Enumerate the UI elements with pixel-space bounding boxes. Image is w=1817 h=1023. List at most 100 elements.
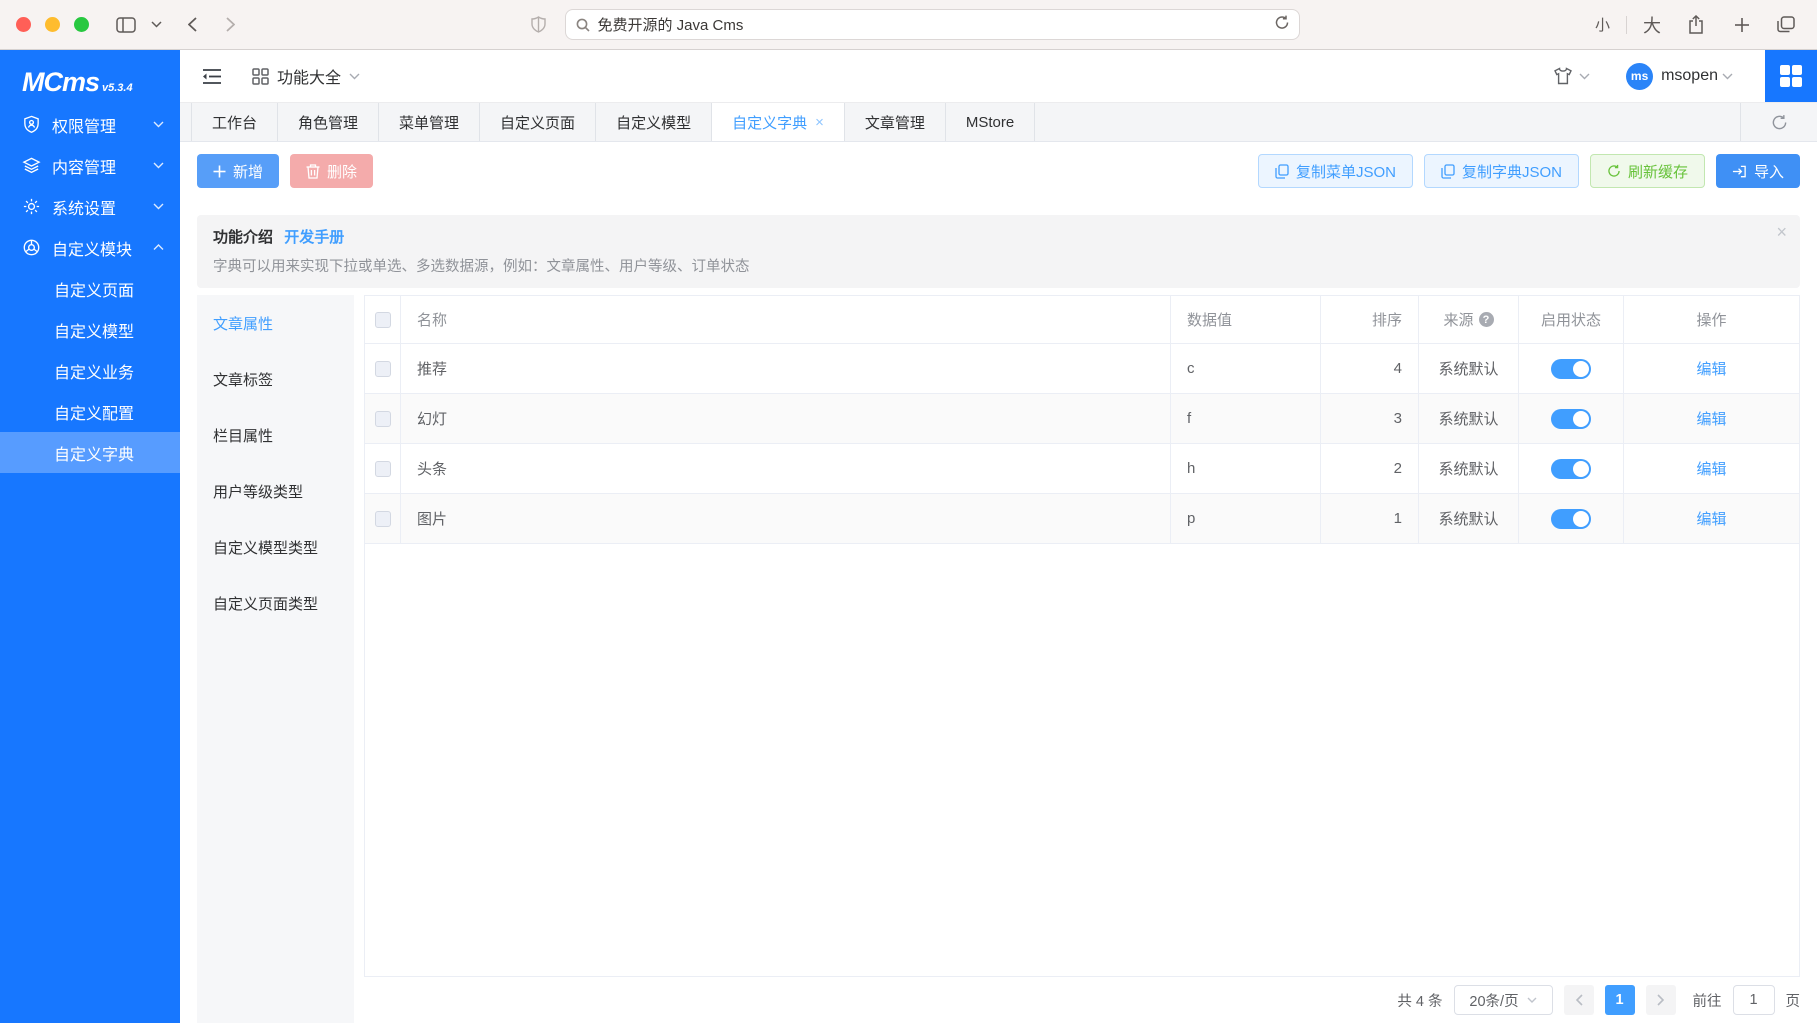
user-menu[interactable]: ms msopen [1626, 63, 1733, 90]
column-header-value: 数据值 [1187, 309, 1232, 330]
sidebar-item-label: 自定义模块 [52, 236, 132, 260]
goto-page-input[interactable] [1733, 985, 1775, 1015]
tab-role-management[interactable]: 角色管理 [278, 103, 379, 141]
window-minimize-button[interactable] [45, 17, 60, 32]
tab-label: MStore [966, 114, 1014, 131]
cell-value: c [1187, 360, 1195, 377]
app-header: 功能大全 ms msopen [180, 50, 1817, 102]
edit-link[interactable]: 编辑 [1696, 408, 1726, 429]
browser-forward-icon[interactable] [215, 10, 245, 40]
page-size-value: 20条/页 [1469, 990, 1518, 1011]
select-all-checkbox[interactable] [375, 312, 391, 328]
delete-button-label: 删除 [327, 161, 357, 182]
new-tab-icon[interactable] [1727, 10, 1757, 40]
feature-menu[interactable]: 功能大全 [252, 64, 360, 88]
close-icon[interactable] [815, 115, 824, 130]
dict-nav-column-attr[interactable]: 栏目属性 [197, 407, 354, 463]
page-size-select[interactable]: 20条/页 [1454, 985, 1553, 1015]
column-header-source: 来源 [1443, 309, 1473, 330]
delete-button[interactable]: 删除 [290, 154, 373, 188]
dev-manual-link[interactable]: 开发手册 [284, 229, 344, 246]
cell-name: 推荐 [417, 358, 447, 379]
window-zoom-button[interactable] [74, 17, 89, 32]
feature-menu-label: 功能大全 [277, 64, 341, 88]
edit-link[interactable]: 编辑 [1696, 358, 1726, 379]
shield-user-icon [22, 115, 41, 134]
tab-overview-icon[interactable] [1771, 10, 1801, 40]
dict-nav-custom-model-type[interactable]: 自定义模型类型 [197, 519, 354, 575]
tab-workbench[interactable]: 工作台 [191, 103, 278, 141]
enable-toggle[interactable] [1551, 459, 1591, 479]
sidebar-item-permissions[interactable]: 权限管理 [0, 104, 180, 145]
apps-grid-button[interactable] [1765, 50, 1817, 102]
collapse-sidebar-icon[interactable] [202, 68, 222, 85]
row-checkbox[interactable] [375, 411, 391, 427]
dict-nav-article-tag[interactable]: 文章标签 [197, 351, 354, 407]
sidebar-item-custom-modules[interactable]: 自定义模块 [0, 227, 180, 268]
theme-switcher[interactable] [1553, 67, 1590, 85]
row-checkbox[interactable] [375, 461, 391, 477]
trash-icon [306, 164, 320, 179]
help-icon[interactable] [1479, 312, 1494, 327]
tab-custom-model[interactable]: 自定义模型 [596, 103, 712, 141]
enable-toggle[interactable] [1551, 509, 1591, 529]
copy-menu-json-button[interactable]: 复制菜单JSON [1258, 154, 1413, 188]
close-icon[interactable] [1776, 223, 1787, 241]
share-icon[interactable] [1681, 10, 1711, 40]
total-count: 共 4 条 [1397, 990, 1442, 1011]
tab-menu-management[interactable]: 菜单管理 [379, 103, 480, 141]
window-controls [16, 17, 89, 32]
prev-page-button[interactable] [1564, 985, 1594, 1015]
sidebar-item-custom-dict[interactable]: 自定义字典 [0, 432, 180, 473]
sidebar-item-content[interactable]: 内容管理 [0, 145, 180, 186]
sidebar-item-custom-page[interactable]: 自定义页面 [0, 268, 180, 309]
privacy-shield-icon[interactable] [523, 10, 553, 40]
dict-nav-user-level[interactable]: 用户等级类型 [197, 463, 354, 519]
text-smaller-button[interactable]: 小 [1589, 14, 1616, 35]
info-banner: 功能介绍 开发手册 字典可以用来实现下拉或单选、多选数据源，例如：文章属性、用户… [197, 215, 1800, 288]
sidebar-item-custom-business[interactable]: 自定义业务 [0, 350, 180, 391]
refresh-tabs-button[interactable] [1740, 103, 1817, 141]
column-header-status: 启用状态 [1541, 309, 1601, 330]
dict-nav-article-attr[interactable]: 文章属性 [197, 295, 354, 351]
chevron-down-icon [153, 121, 164, 128]
enable-toggle[interactable] [1551, 409, 1591, 429]
pagination: 共 4 条 20条/页 1 [364, 977, 1800, 1023]
edit-link[interactable]: 编辑 [1696, 458, 1726, 479]
tab-label: 文章管理 [865, 112, 925, 133]
sidebar-item-custom-model[interactable]: 自定义模型 [0, 309, 180, 350]
copy-dict-json-button[interactable]: 复制字典JSON [1424, 154, 1579, 188]
sidebar-item-custom-config[interactable]: 自定义配置 [0, 391, 180, 432]
tab-custom-page[interactable]: 自定义页面 [480, 103, 596, 141]
current-page[interactable]: 1 [1605, 985, 1635, 1015]
tab-mstore[interactable]: MStore [946, 103, 1035, 141]
browser-sidebar-chevron-icon[interactable] [141, 10, 171, 40]
row-checkbox[interactable] [375, 511, 391, 527]
brand-logo: MCms v5.3.4 [0, 50, 180, 104]
column-header-sort: 排序 [1372, 309, 1402, 330]
page-content: 新增 删除 复制菜单JSON [180, 142, 1817, 1023]
refresh-cache-button[interactable]: 刷新缓存 [1590, 154, 1705, 188]
reload-icon[interactable] [1275, 15, 1289, 34]
tab-article-management[interactable]: 文章管理 [845, 103, 946, 141]
browser-sidebar-icon[interactable] [111, 10, 141, 40]
cell-value: h [1187, 460, 1195, 477]
sidebar-item-settings[interactable]: 系统设置 [0, 186, 180, 227]
window-close-button[interactable] [16, 17, 31, 32]
copy-icon [1441, 164, 1455, 179]
next-page-button[interactable] [1646, 985, 1676, 1015]
dict-nav-custom-page-type[interactable]: 自定义页面类型 [197, 575, 354, 631]
add-button[interactable]: 新增 [197, 154, 279, 188]
tab-custom-dict[interactable]: 自定义字典 [712, 103, 845, 141]
chevron-down-icon [153, 162, 164, 169]
edit-link[interactable]: 编辑 [1696, 508, 1726, 529]
browser-back-icon[interactable] [177, 10, 207, 40]
import-button[interactable]: 导入 [1716, 154, 1800, 188]
enable-toggle[interactable] [1551, 359, 1591, 379]
main-area: 功能大全 ms msopen [180, 50, 1817, 1023]
address-bar[interactable]: 免费开源的 Java Cms [565, 9, 1300, 40]
row-checkbox[interactable] [375, 361, 391, 377]
plus-icon [213, 165, 226, 178]
column-header-name: 名称 [417, 309, 447, 330]
text-larger-button[interactable]: 大 [1637, 12, 1667, 38]
